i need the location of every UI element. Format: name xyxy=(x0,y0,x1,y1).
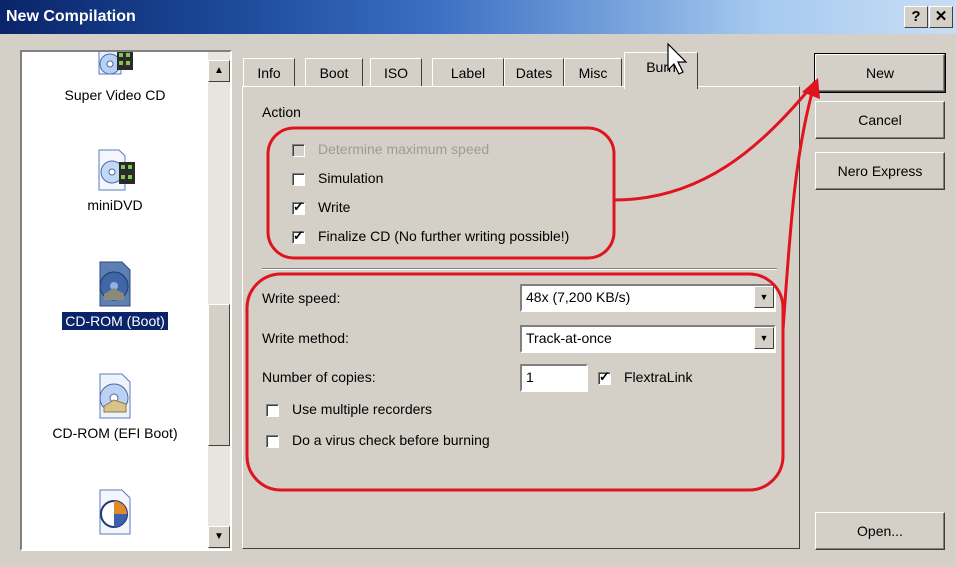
title-bar: New Compilation ? ✕ xyxy=(0,0,956,34)
chevron-down-icon[interactable]: ▼ xyxy=(754,327,774,349)
virus-check-checkbox[interactable] xyxy=(266,435,279,448)
tab-label[interactable]: Label xyxy=(432,58,504,87)
list-item-label: CD-ROM (Boot) xyxy=(61,311,169,331)
tab-dates[interactable]: Dates xyxy=(504,58,564,87)
section-divider xyxy=(262,268,777,270)
write-speed-select[interactable]: 48x (7,200 KB/s) ▼ xyxy=(520,284,776,312)
list-item[interactable]: miniDVD xyxy=(22,148,208,214)
new-compilation-dialog: New Compilation ? ✕ Super Video CD miniD… xyxy=(0,0,956,567)
list-item-label: CD-ROM (EFI Boot) xyxy=(52,425,178,441)
tab-burn[interactable]: Burn xyxy=(624,52,698,89)
chevron-down-icon[interactable]: ▼ xyxy=(754,286,774,308)
write-method-select[interactable]: Track-at-once ▼ xyxy=(520,325,776,353)
flextralink-checkbox[interactable]: ✓ xyxy=(598,369,611,385)
scroll-down-icon[interactable]: ▼ xyxy=(208,526,230,548)
list-item[interactable]: CD-ROM (Boot) xyxy=(22,260,208,331)
list-item[interactable]: CD-ROM (EFI Boot) xyxy=(22,372,208,442)
simulation-label: Simulation xyxy=(318,170,384,186)
write-method-value: Track-at-once xyxy=(526,330,612,346)
list-item[interactable] xyxy=(22,488,208,549)
copies-field[interactable]: 1 xyxy=(520,364,588,392)
tab-boot[interactable]: Boot xyxy=(305,58,363,87)
scrollbar-thumb[interactable] xyxy=(208,304,230,446)
list-item[interactable]: Super Video CD xyxy=(22,52,208,104)
virus-check-label: Do a virus check before burning xyxy=(292,432,490,448)
cancel-button[interactable]: Cancel xyxy=(815,101,945,139)
copies-label: Number of copies: xyxy=(262,369,376,385)
cd-rom-boot-icon xyxy=(99,261,131,307)
multiple-recorders-checkbox[interactable] xyxy=(266,404,279,417)
multiple-recorders-label: Use multiple recorders xyxy=(292,401,433,417)
simulation-checkbox[interactable] xyxy=(292,173,305,186)
tab-iso[interactable]: ISO xyxy=(370,58,422,87)
list-scrollbar[interactable]: ▲ ▼ xyxy=(208,52,230,549)
checkmark-icon: ✓ xyxy=(293,199,304,214)
cd-rom-efi-boot-icon xyxy=(99,373,131,419)
new-button[interactable]: New xyxy=(814,53,946,93)
finalize-checkbox[interactable]: ✓ xyxy=(292,228,305,244)
write-speed-label: Write speed: xyxy=(262,290,341,306)
action-heading: Action xyxy=(262,104,301,120)
scroll-up-icon[interactable]: ▲ xyxy=(208,60,230,82)
checkmark-icon: ✓ xyxy=(293,228,304,243)
help-button[interactable]: ? xyxy=(904,6,928,28)
write-method-label: Write method: xyxy=(262,330,349,346)
copies-value: 1 xyxy=(526,369,534,385)
list-item-label: Super Video CD xyxy=(64,87,166,103)
close-button[interactable]: ✕ xyxy=(929,6,953,28)
write-label: Write xyxy=(318,199,351,215)
window-title: New Compilation xyxy=(6,8,136,25)
compilation-type-list[interactable]: Super Video CD miniDVD CD-ROM (Boot) CD-… xyxy=(20,50,232,551)
super-video-cd-icon xyxy=(98,52,133,75)
determine-max-speed-label: Determine maximum speed xyxy=(318,141,490,157)
write-speed-value: 48x (7,200 KB/s) xyxy=(526,289,631,305)
write-checkbox[interactable]: ✓ xyxy=(292,199,305,215)
minidvd-icon xyxy=(98,149,135,191)
determine-max-speed-checkbox[interactable] xyxy=(292,144,305,157)
flextralink-label: FlextraLink xyxy=(624,369,693,385)
finalize-label: Finalize CD (No further writing possible… xyxy=(318,228,570,244)
open-button[interactable]: Open... xyxy=(815,512,945,550)
nero-express-button[interactable]: Nero Express xyxy=(815,152,945,190)
disc-document-icon xyxy=(99,489,131,535)
checkmark-icon: ✓ xyxy=(599,369,610,384)
tab-misc[interactable]: Misc xyxy=(564,58,622,87)
list-item-label: miniDVD xyxy=(87,197,143,213)
tab-info[interactable]: Info xyxy=(243,58,295,87)
list-item-label xyxy=(112,547,118,549)
